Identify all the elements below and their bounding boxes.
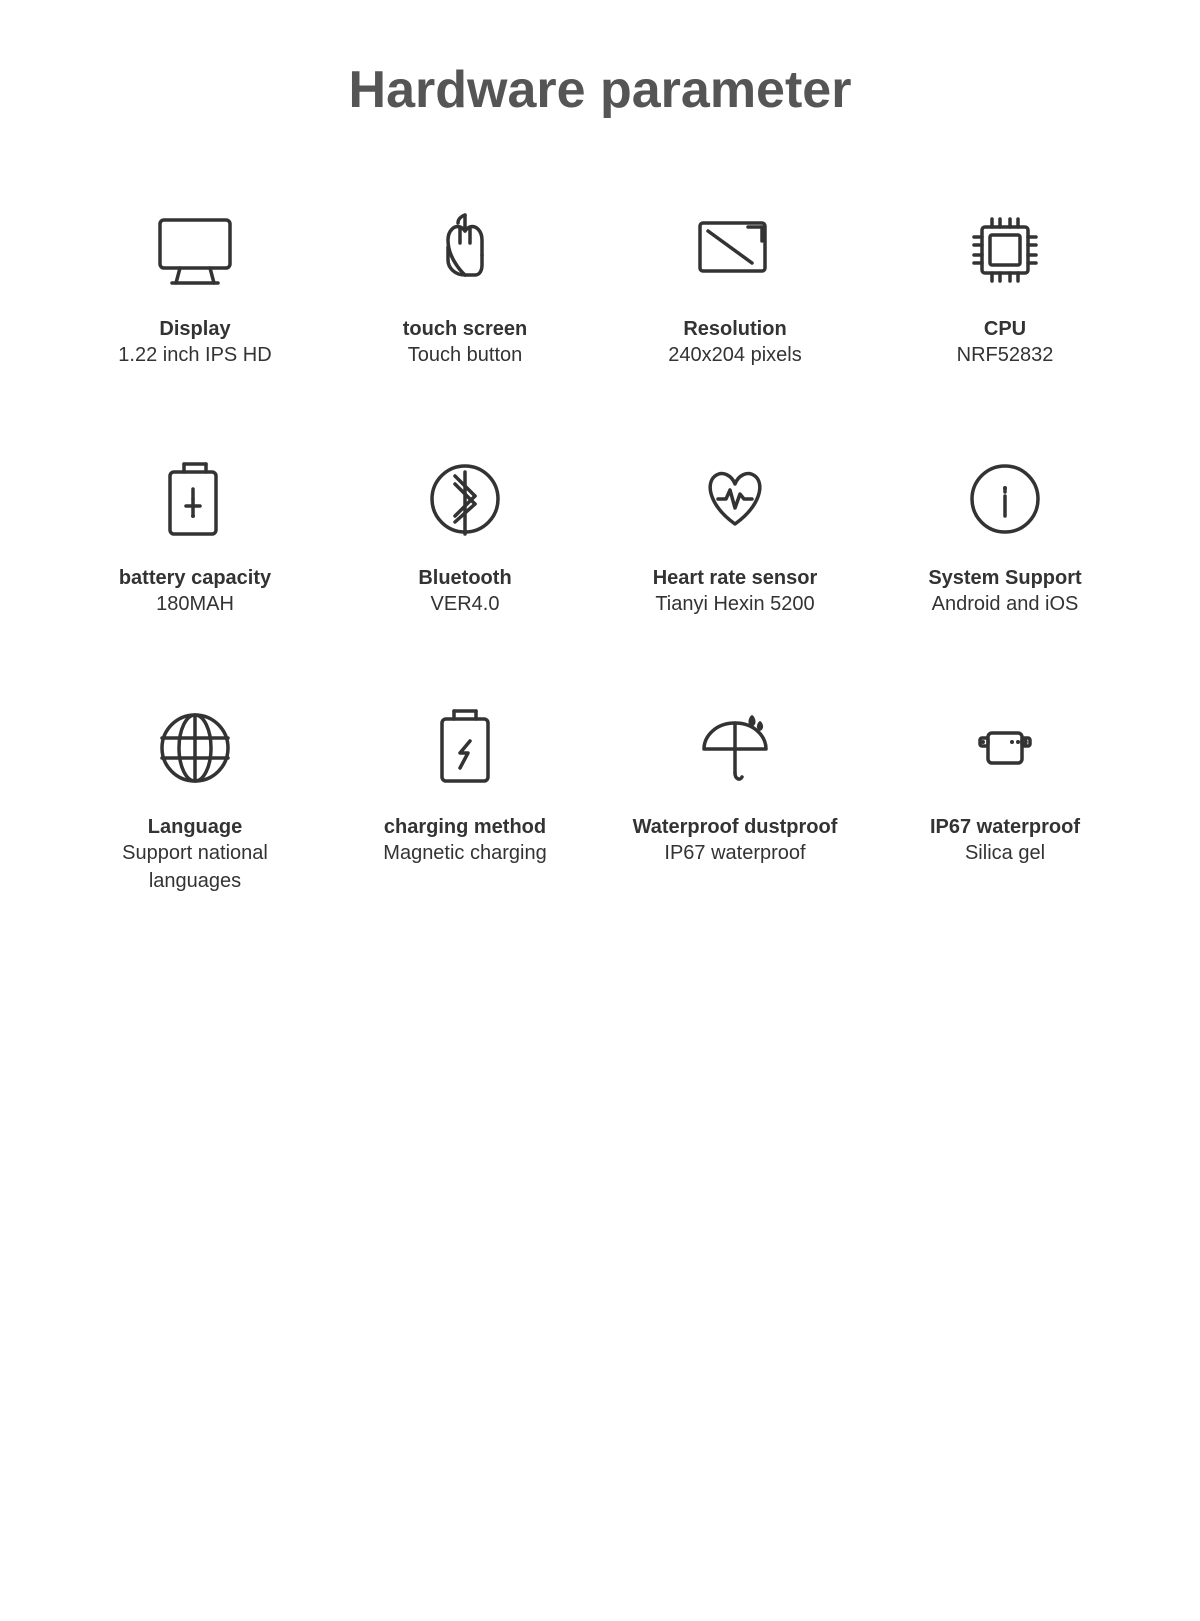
hardware-grid: Display 1.22 inch IPS HD touch screen To…	[0, 170, 1200, 945]
waterproof-icon	[680, 698, 790, 798]
cell-display: Display 1.22 inch IPS HD	[60, 170, 330, 419]
waterproof-label2: IP67 waterproof	[664, 839, 805, 867]
silicagel-label2: Silica gel	[965, 839, 1045, 867]
bluetooth-label2: VER4.0	[431, 590, 500, 618]
heartrate-icon	[680, 449, 790, 549]
cell-language: Language Support national languages	[60, 668, 330, 945]
language-label2: Support national languages	[80, 839, 310, 895]
waterproof-label1: Waterproof dustproof	[633, 816, 838, 839]
cell-waterproof: Waterproof dustproof IP67 waterproof	[600, 668, 870, 945]
system-icon	[950, 449, 1060, 549]
cpu-icon	[950, 200, 1060, 300]
battery-label1: battery capacity	[119, 567, 271, 590]
page-title: Hardware parameter	[0, 0, 1200, 170]
charging-label1: charging method	[384, 816, 546, 839]
cell-touchscreen: touch screen Touch button	[330, 170, 600, 419]
charging-icon	[410, 698, 520, 798]
touch-icon	[410, 200, 520, 300]
system-label2: Android and iOS	[932, 590, 1079, 618]
cell-cpu: CPU NRF52832	[870, 170, 1140, 419]
cell-resolution: Resolution 240x204 pixels	[600, 170, 870, 419]
system-label1: System Support	[928, 567, 1081, 590]
cell-heartrate: Heart rate sensor Tianyi Hexin 5200	[600, 419, 870, 668]
language-icon	[140, 698, 250, 798]
cell-charging: charging method Magnetic charging	[330, 668, 600, 945]
charging-label2: Magnetic charging	[383, 839, 546, 867]
cell-silicagel: IP67 waterproof Silica gel	[870, 668, 1140, 945]
cell-system: System Support Android and iOS	[870, 419, 1140, 668]
heartrate-label2: Tianyi Hexin 5200	[655, 590, 814, 618]
resolution-icon	[680, 200, 790, 300]
battery-icon	[140, 449, 250, 549]
battery-label2: 180MAH	[156, 590, 234, 618]
touch-label2: Touch button	[408, 341, 523, 369]
cpu-label1: CPU	[984, 318, 1026, 341]
resolution-label2: 240x204 pixels	[668, 341, 801, 369]
resolution-label1: Resolution	[683, 318, 786, 341]
silicagel-icon	[950, 698, 1060, 798]
display-label2: 1.22 inch IPS HD	[118, 341, 271, 369]
cell-bluetooth: Bluetooth VER4.0	[330, 419, 600, 668]
display-icon	[140, 200, 250, 300]
display-label1: Display	[159, 318, 230, 341]
touch-label1: touch screen	[403, 318, 527, 341]
silicagel-label1: IP67 waterproof	[930, 816, 1080, 839]
bluetooth-label1: Bluetooth	[418, 567, 511, 590]
heartrate-label1: Heart rate sensor	[653, 567, 818, 590]
bluetooth-icon	[410, 449, 520, 549]
cell-battery: battery capacity 180MAH	[60, 419, 330, 668]
language-label1: Language	[148, 816, 242, 839]
cpu-label2: NRF52832	[957, 341, 1054, 369]
